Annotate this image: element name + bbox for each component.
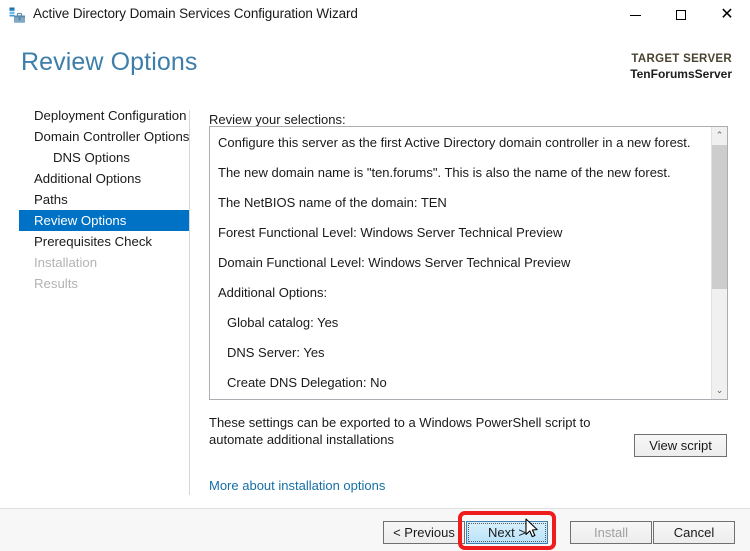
review-line: Configure this server as the first Activ… bbox=[218, 135, 691, 150]
wizard-step-nav: Deployment Configuration Domain Controlle… bbox=[0, 105, 190, 495]
ad-server-icon bbox=[9, 7, 26, 24]
cancel-button[interactable]: Cancel bbox=[653, 521, 735, 544]
wizard-window: Active Directory Domain Services Configu… bbox=[0, 0, 750, 551]
review-selections-label: Review your selections: bbox=[209, 112, 346, 127]
title-bar: Active Directory Domain Services Configu… bbox=[0, 0, 750, 30]
page-title: Review Options bbox=[21, 48, 198, 76]
more-about-installation-options-link[interactable]: More about installation options bbox=[209, 478, 385, 493]
target-server-block: TARGET SERVER TenForumsServer bbox=[630, 53, 732, 81]
maximize-button[interactable] bbox=[658, 0, 704, 30]
wizard-footer: < Previous Next > Install Cancel bbox=[0, 509, 750, 551]
close-button[interactable]: ✕ bbox=[704, 0, 750, 30]
review-summary-box[interactable]: Configure this server as the first Activ… bbox=[209, 126, 728, 400]
review-summary-text: Configure this server as the first Activ… bbox=[210, 127, 710, 399]
target-server-name: TenForumsServer bbox=[630, 67, 732, 81]
scroll-down-icon[interactable]: ⌄ bbox=[712, 382, 727, 399]
minimize-icon bbox=[629, 14, 641, 16]
review-line: Domain Functional Level: Windows Server … bbox=[218, 255, 571, 270]
target-server-label: TARGET SERVER bbox=[631, 53, 732, 65]
close-icon: ✕ bbox=[720, 6, 734, 23]
scroll-up-icon[interactable]: ⌃ bbox=[712, 127, 727, 144]
review-line: Forest Functional Level: Windows Server … bbox=[218, 225, 563, 240]
sidebar-item-domain-controller-options[interactable]: Domain Controller Options bbox=[19, 126, 189, 147]
view-script-button[interactable]: View script bbox=[634, 434, 727, 457]
review-line: Create DNS Delegation: No bbox=[227, 375, 387, 390]
sidebar-item-review-options[interactable]: Review Options bbox=[19, 210, 189, 231]
review-line: The NetBIOS name of the domain: TEN bbox=[218, 195, 447, 210]
next-button[interactable]: Next > bbox=[466, 521, 548, 544]
sidebar-item-installation: Installation bbox=[34, 255, 98, 270]
sidebar-item-results: Results bbox=[34, 276, 78, 291]
review-line: The new domain name is "ten.forums". Thi… bbox=[218, 165, 671, 180]
review-line: Global catalog: Yes bbox=[227, 315, 339, 330]
maximize-icon bbox=[676, 10, 686, 20]
page-header: Review Options TARGET SERVER TenForumsSe… bbox=[0, 30, 750, 105]
review-line: Additional Options: bbox=[218, 285, 328, 300]
window-title: Active Directory Domain Services Configu… bbox=[33, 6, 358, 21]
minimize-button[interactable] bbox=[612, 0, 658, 30]
sidebar-item-dns-options[interactable]: DNS Options bbox=[19, 147, 189, 168]
scrollbar-thumb[interactable] bbox=[712, 145, 727, 289]
window-controls: ✕ bbox=[612, 0, 750, 30]
install-button: Install bbox=[570, 521, 652, 544]
sidebar-item-additional-options[interactable]: Additional Options bbox=[19, 168, 189, 189]
sidebar-item-deployment-configuration[interactable]: Deployment Configuration bbox=[19, 105, 189, 126]
powershell-export-note: These settings can be exported to a Wind… bbox=[209, 415, 591, 447]
sidebar-item-paths[interactable]: Paths bbox=[19, 189, 189, 210]
sidebar-divider bbox=[189, 110, 190, 495]
sidebar-item-prerequisites-check[interactable]: Prerequisites Check bbox=[19, 231, 189, 252]
review-line: DNS Server: Yes bbox=[227, 345, 325, 360]
review-scrollbar[interactable]: ⌃ ⌄ bbox=[711, 127, 727, 399]
previous-button[interactable]: < Previous bbox=[383, 521, 465, 544]
